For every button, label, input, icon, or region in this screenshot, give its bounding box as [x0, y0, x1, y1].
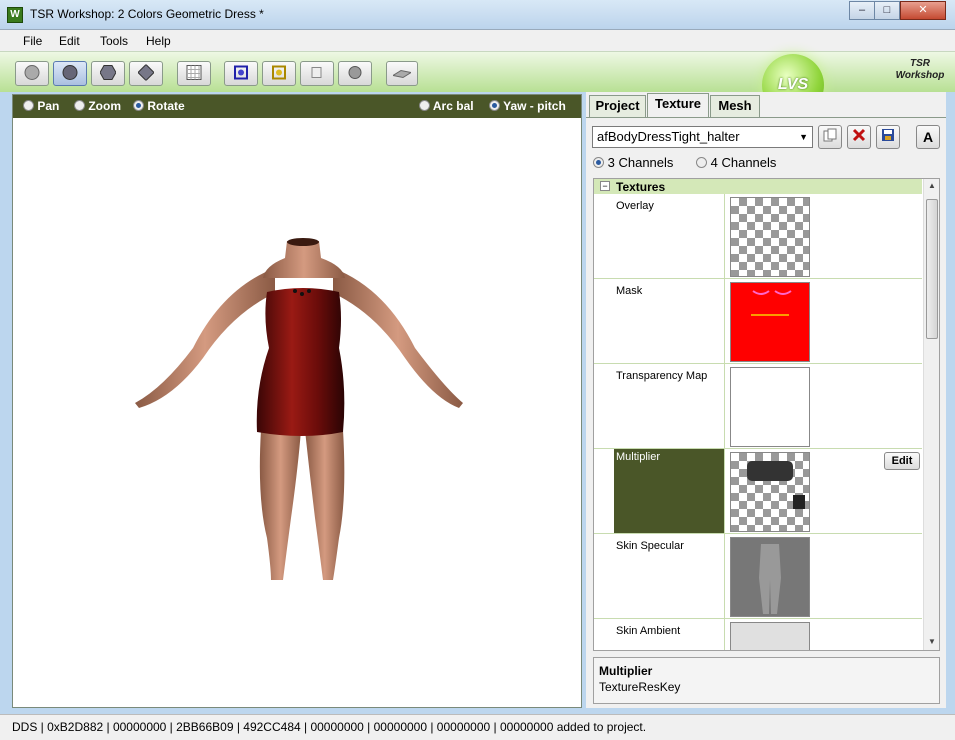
grid-button[interactable] [177, 61, 211, 86]
skin-specular-thumbnail[interactable] [730, 537, 810, 617]
sphere-smooth-icon [62, 64, 78, 83]
maximize-button[interactable]: □ [874, 1, 900, 20]
copy-icon [823, 128, 837, 145]
ring-button[interactable] [338, 61, 372, 86]
hexagon-icon [99, 64, 117, 83]
close-button[interactable]: ✕ [900, 1, 946, 20]
skin-ambient-thumbnail[interactable] [730, 622, 810, 650]
arcball-option[interactable]: Arc bal [419, 99, 474, 113]
transparency-thumbnail[interactable] [730, 367, 810, 447]
four-channels-option[interactable]: 4 Channels [696, 155, 776, 170]
overlay-thumbnail[interactable] [730, 197, 810, 277]
window-title: TSR Workshop: 2 Colors Geometric Dress * [30, 7, 264, 21]
texture-panel: Project Texture Mesh afBodyDressTight_ha… [586, 92, 946, 708]
rotate-option[interactable]: Rotate [133, 99, 185, 113]
status-bar: DDS | 0xB2D882 | 00000000 | 2BB66B09 | 4… [0, 714, 955, 740]
multiplier-thumbnail[interactable] [730, 452, 810, 532]
three-channels-radio[interactable] [593, 157, 604, 168]
floor-button[interactable] [386, 61, 418, 86]
ring-icon [347, 64, 363, 83]
texture-row-skin-ambient[interactable]: Skin Ambient [594, 619, 922, 650]
font-button[interactable]: A [916, 125, 940, 149]
scroll-down-icon[interactable]: ▼ [926, 637, 938, 646]
description-title: Multiplier [599, 664, 653, 678]
bones-button[interactable] [224, 61, 258, 86]
sphere-icon [24, 64, 40, 83]
delete-button[interactable] [847, 125, 871, 149]
texture-select[interactable]: afBodyDressTight_halter ▼ [592, 126, 813, 148]
title-bar: W TSR Workshop: 2 Colors Geometric Dress… [0, 0, 955, 30]
dress-model [135, 238, 463, 580]
texture-tree: − Textures Overlay Mask Transparency Map… [593, 178, 940, 651]
yawpitch-option[interactable]: Yaw - pitch [489, 99, 566, 113]
description-subtitle: TextureResKey [599, 680, 681, 694]
viewport-panel: Pan Zoom Rotate Arc bal Yaw - pitch [12, 94, 582, 708]
pan-radio[interactable] [23, 100, 34, 111]
scroll-up-icon[interactable]: ▲ [926, 181, 938, 190]
app-icon[interactable]: W [7, 7, 23, 23]
diamond-icon [137, 63, 155, 83]
joints-button[interactable] [262, 61, 296, 86]
three-channels-option[interactable]: 3 Channels [593, 155, 673, 170]
box-icon [309, 64, 325, 83]
edit-button[interactable]: Edit [884, 452, 920, 470]
menu-help[interactable]: Help [146, 34, 171, 48]
pan-option[interactable]: Pan [23, 99, 59, 113]
four-channels-radio[interactable] [696, 157, 707, 168]
collapse-icon[interactable]: − [600, 181, 610, 191]
delete-icon [852, 128, 866, 145]
texture-row-mask[interactable]: Mask [594, 279, 922, 364]
yawpitch-radio[interactable] [489, 100, 500, 111]
menu-file[interactable]: File [23, 34, 42, 48]
texture-row-overlay[interactable]: Overlay [594, 194, 922, 279]
tab-project[interactable]: Project [589, 95, 646, 117]
hex-button[interactable] [91, 61, 125, 86]
description-box: Multiplier TextureResKey [593, 657, 940, 704]
floor-plane-icon [391, 66, 413, 81]
status-text: DDS | 0xB2D882 | 00000000 | 2BB66B09 | 4… [12, 720, 647, 734]
save-icon [881, 129, 895, 145]
mask-thumbnail[interactable] [730, 282, 810, 362]
zoom-option[interactable]: Zoom [74, 99, 121, 113]
shade-smooth-button[interactable] [53, 61, 87, 86]
tab-mesh[interactable]: Mesh [710, 95, 760, 117]
viewport-toolbar: Pan Zoom Rotate Arc bal Yaw - pitch [13, 95, 581, 118]
rotate-radio[interactable] [133, 100, 144, 111]
diamond-button[interactable] [129, 61, 163, 86]
grid-icon [186, 64, 202, 83]
menu-bar: File Edit Tools Help [0, 30, 955, 52]
box-button[interactable] [300, 61, 334, 86]
bones-icon [233, 64, 249, 83]
chevron-down-icon: ▼ [799, 132, 808, 142]
shade-flat-button[interactable] [15, 61, 49, 86]
texture-row-multiplier[interactable]: Multiplier Edit [594, 449, 922, 534]
zoom-radio[interactable] [74, 100, 85, 111]
menu-tools[interactable]: Tools [100, 34, 128, 48]
tree-group-header[interactable]: − Textures [594, 179, 922, 194]
arcball-radio[interactable] [419, 100, 430, 111]
tsr-workshop-logo: TSR Workshop [895, 58, 945, 81]
tab-texture[interactable]: Texture [647, 93, 709, 117]
3d-viewport[interactable] [13, 118, 581, 707]
joints-icon [271, 64, 287, 83]
copy-button[interactable] [818, 125, 842, 149]
minimize-button[interactable]: ‒ [849, 1, 875, 20]
texture-row-transparency[interactable]: Transparency Map [594, 364, 922, 449]
tab-divider [586, 117, 946, 118]
save-button[interactable] [876, 125, 900, 149]
texture-row-skin-specular[interactable]: Skin Specular [594, 534, 922, 619]
menu-edit[interactable]: Edit [59, 34, 80, 48]
tree-scrollbar[interactable]: ▲ ▼ [923, 179, 939, 650]
scroll-thumb[interactable] [926, 199, 938, 339]
